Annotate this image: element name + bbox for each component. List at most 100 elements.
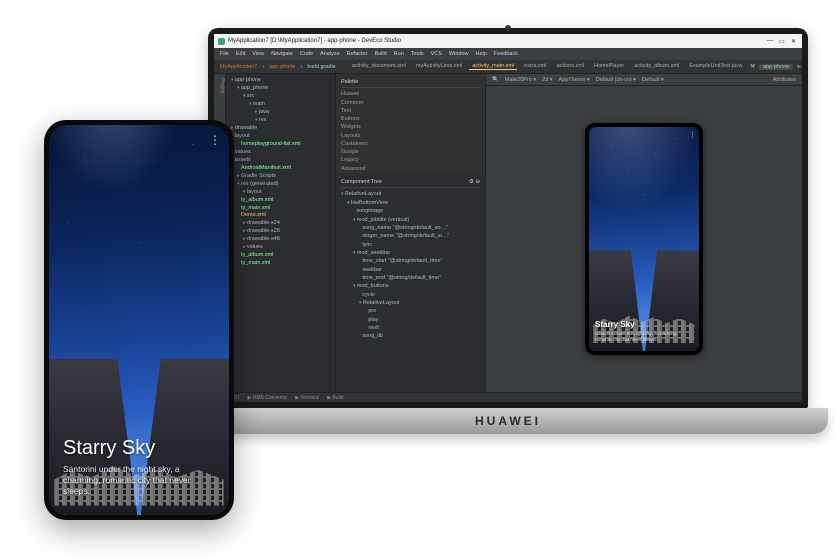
tree-file[interactable]: ty_main.xml <box>231 260 332 268</box>
palette-group[interactable]: Common <box>341 99 480 107</box>
phone-screen[interactable]: ⋮ Starry Sky Santorini under the night s… <box>49 125 229 515</box>
component-node[interactable]: lyric <box>341 241 480 249</box>
tree-folder[interactable]: Gradle Scripts <box>231 173 332 181</box>
palette-group[interactable]: Huawei <box>341 90 480 98</box>
overflow-menu-icon[interactable]: ⋮ <box>689 131 694 139</box>
palette-group[interactable]: Layouts <box>341 132 480 140</box>
tree-folder[interactable]: layout <box>231 133 332 141</box>
menu-navigate[interactable]: Navigate <box>271 51 293 57</box>
api-selector[interactable]: 29 ▾ <box>542 77 552 83</box>
component-node[interactable]: play <box>341 316 480 324</box>
menu-analyze[interactable]: Analyze <box>320 51 340 57</box>
tree-root[interactable]: app·phone <box>231 77 332 85</box>
tree-folder[interactable]: app_phone <box>231 85 332 93</box>
project-tree[interactable]: app·phoneapp_phonesrcmainjavaresdrawable… <box>226 74 336 392</box>
tree-folder[interactable]: res <box>231 117 332 125</box>
component-node[interactable]: next <box>341 324 480 332</box>
component-node[interactable]: song_lib <box>341 332 480 340</box>
run-config-selector[interactable]: app·phone <box>759 64 793 70</box>
menu-edit[interactable]: Edit <box>236 51 245 57</box>
preview-toolbar[interactable]: 🔍 Mate20Pro ▾ 29 ▾ AppTheme ▾ Default (z… <box>486 74 802 86</box>
minimize-icon[interactable]: — <box>767 38 774 45</box>
tree-folder[interactable]: java <box>231 109 332 117</box>
tree-folder[interactable]: drawable-x48 <box>231 236 332 244</box>
gear-icon[interactable]: ⚙ ⊖ <box>469 178 480 186</box>
menu-refactor[interactable]: Refactor <box>347 51 368 57</box>
editor-tab[interactable]: activity_album.xml <box>631 63 682 70</box>
statusbar-item[interactable]: ▶ HMS Convertor <box>248 395 288 401</box>
tree-file[interactable]: AndroidManifest.xml <box>231 165 332 173</box>
component-node[interactable]: seekbar <box>341 266 480 274</box>
palette-panel[interactable]: Palette HuaweiCommonTextButtonsWidgetsLa… <box>336 74 485 174</box>
menubar[interactable]: FileEditViewNavigateCodeAnalyzeRefactorB… <box>214 48 802 60</box>
palette-group[interactable]: Containers <box>341 140 480 148</box>
tree-folder[interactable]: drawable-x28 <box>231 228 332 236</box>
palette-group[interactable]: Widgets <box>341 123 480 131</box>
editor-tab[interactable]: extra.xml <box>521 63 549 70</box>
component-node[interactable]: song_name "@string/default_so…" <box>341 224 480 232</box>
menu-code[interactable]: Code <box>300 51 313 57</box>
statusbar-item[interactable]: ▶ Terminal <box>295 395 319 401</box>
zoom-select[interactable]: 🔍 <box>492 77 499 83</box>
menu-tools[interactable]: Tools <box>411 51 424 57</box>
variant-selector[interactable]: Default ▾ <box>642 77 664 83</box>
palette-group[interactable]: Buttons <box>341 115 480 123</box>
component-node[interactable]: cycle <box>341 291 480 299</box>
tree-folder[interactable]: values <box>231 244 332 252</box>
editor-tab[interactable]: ExampleUnitTest.java <box>686 63 745 70</box>
maximize-icon[interactable]: ▭ <box>779 38 786 45</box>
statusbar[interactable]: ▶ TODO▶ HMS Convertor▶ Terminal▶ Build <box>214 392 802 402</box>
overflow-menu-icon[interactable]: ⋮ <box>209 133 219 147</box>
theme-selector[interactable]: AppTheme ▾ <box>558 77 589 83</box>
tree-file[interactable]: ty_main.xml <box>231 205 332 213</box>
palette-group[interactable]: Text <box>341 107 480 115</box>
palette-group[interactable]: Google <box>341 148 480 156</box>
component-node[interactable]: mod_jobtitle (vertical) <box>341 216 480 225</box>
editor-tabs[interactable]: activity_document.xml myActivityLess.xml a… <box>349 63 745 70</box>
component-node[interactable]: songimage <box>341 207 480 215</box>
component-node[interactable]: time_start "@string/default_time" <box>341 257 480 265</box>
tree-file[interactable]: Demo.xml <box>231 212 332 220</box>
build-icon[interactable]: ⚒ <box>750 64 755 70</box>
close-icon[interactable]: ✕ <box>791 38 798 45</box>
tree-folder[interactable]: layout <box>231 189 332 197</box>
component-node[interactable]: singer_name "@string/default_si…" <box>341 232 480 240</box>
menu-file[interactable]: File <box>220 51 229 57</box>
component-node[interactable]: RelativeLayout <box>341 190 480 199</box>
tree-file[interactable]: homeplayground-list.xml <box>231 141 332 149</box>
component-node[interactable]: HwBottomView <box>341 199 480 208</box>
tree-folder[interactable]: drawable-x24 <box>231 220 332 228</box>
component-node[interactable]: mod_seekbar <box>341 249 480 258</box>
editor-tab[interactable]: HomePlayer <box>591 63 627 70</box>
window-titlebar[interactable]: MyApplication7 [D:\MyApplication7] - app… <box>214 34 802 48</box>
breadcrumb-project[interactable]: MyApplication7 <box>220 64 257 70</box>
attributes-button[interactable]: Attributes <box>773 77 796 83</box>
menu-window[interactable]: Window <box>449 51 469 57</box>
menu-view[interactable]: View <box>252 51 264 57</box>
editor-tab[interactable]: activity_main.xml <box>469 63 517 70</box>
menu-vcs[interactable]: VCS <box>431 51 442 57</box>
tree-folder[interactable]: res (generated) <box>231 181 332 189</box>
component-node[interactable]: pre <box>341 307 480 315</box>
component-tree-panel[interactable]: Component Tree ⚙ ⊖ RelativeLayoutHwBotto… <box>336 174 485 392</box>
tree-folder[interactable]: assets <box>231 157 332 165</box>
run-icon[interactable]: ▶ <box>797 64 801 70</box>
component-node[interactable]: mod_buttons <box>341 282 480 291</box>
menu-help[interactable]: Help <box>475 51 486 57</box>
locale-selector[interactable]: Default (zh-cn) ▾ <box>596 77 636 83</box>
tree-folder[interactable]: main <box>231 101 332 109</box>
toolbar[interactable]: MyApplication7 › app·phone › build.gradl… <box>214 60 802 74</box>
breadcrumb-module[interactable]: app·phone <box>269 64 295 70</box>
editor-tab[interactable]: activity_document.xml <box>349 63 409 70</box>
component-node[interactable]: RelativeLayout <box>341 299 480 308</box>
tree-file[interactable]: ty_album.xml <box>231 252 332 260</box>
menu-run[interactable]: Run <box>394 51 404 57</box>
statusbar-item[interactable]: ▶ Build <box>327 395 343 401</box>
editor-tab[interactable]: actions.xml <box>553 63 587 70</box>
breadcrumb-file[interactable]: build.gradle <box>307 64 335 70</box>
palette-group[interactable]: Legacy <box>341 156 480 164</box>
editor-tab[interactable]: myActivityLess.xml <box>413 63 465 70</box>
menu-feedback[interactable]: Feedback <box>494 51 518 57</box>
palette-group[interactable]: Advanced <box>341 165 480 173</box>
device-selector[interactable]: Mate20Pro ▾ <box>505 77 536 83</box>
